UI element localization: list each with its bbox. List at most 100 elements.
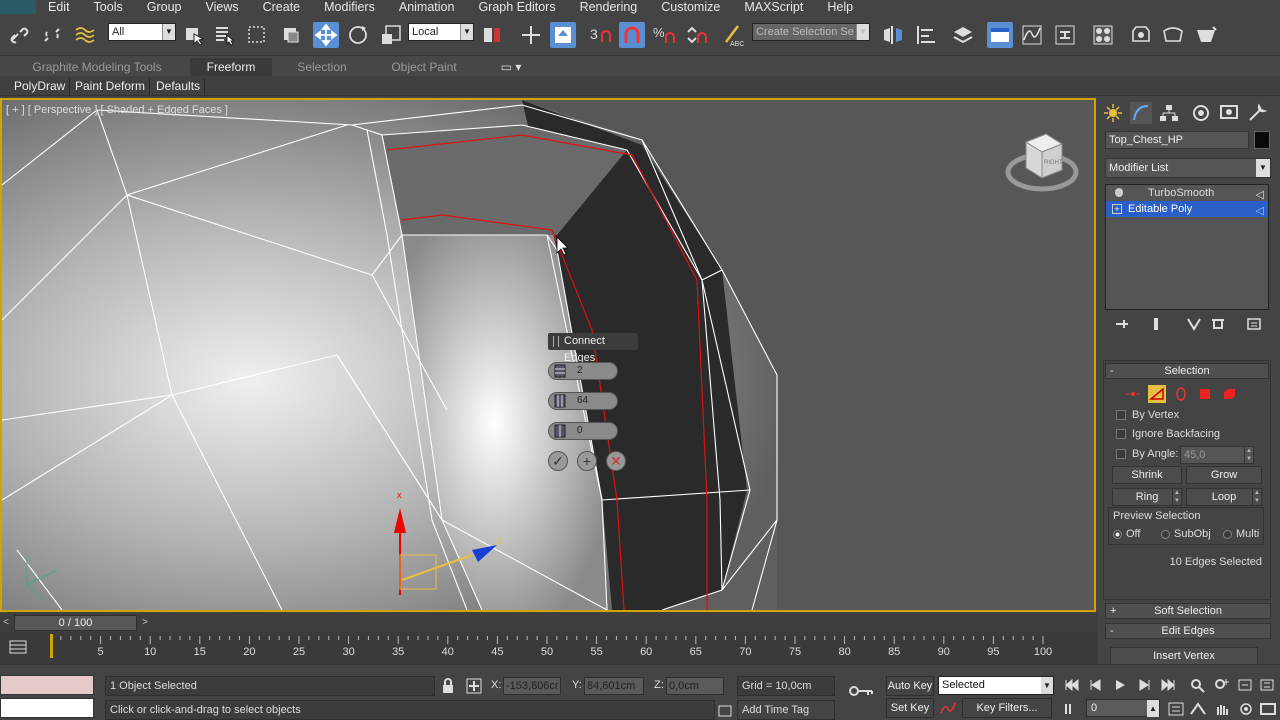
angle-value-field[interactable]: 45,0 ▲ ▼ [1180,446,1254,464]
selection-filter-dropdown[interactable]: All ▼ [108,23,176,41]
key-mode-toggle-icon[interactable] [1062,701,1082,717]
menu-modifiers[interactable]: Modifiers [312,0,387,14]
element-mode-icon[interactable] [1220,385,1238,403]
named-selection-sets-dropdown[interactable]: Create Selection Se ▼ [752,23,870,41]
utilities-tab-icon[interactable] [1246,102,1268,124]
unlink-icon[interactable] [39,22,65,48]
render-production-icon[interactable] [1193,22,1219,48]
selection-rollout-header[interactable]: - Selection [1105,363,1269,379]
preview-subobj-radio[interactable]: SubObj [1161,528,1211,540]
z-coordinate-field[interactable]: 0,0cm [666,677,724,695]
remove-modifier-icon[interactable] [1210,316,1226,332]
edit-named-selection-icon[interactable]: ABC [720,22,746,48]
selection-lock-icon[interactable] [440,678,456,694]
ignore-backfacing-checkbox[interactable]: Ignore Backfacing [1116,428,1220,440]
angle-snap-icon[interactable] [619,22,645,48]
pan-hand-icon[interactable] [1212,701,1232,717]
pivot-center-icon[interactable] [480,22,506,48]
key-filters-button[interactable]: Key Filters... [962,698,1052,718]
panel-defaults[interactable]: Defaults [152,78,206,95]
vertex-mode-icon[interactable] [1124,385,1142,403]
app-logo[interactable] [0,0,36,14]
spinner-snap-icon[interactable] [684,22,710,48]
add-time-tag[interactable]: Add Time Tag [737,700,835,720]
pinch-field[interactable]: 64 [548,392,618,410]
by-angle-checkbox[interactable]: By Angle: [1116,448,1178,460]
loop-button[interactable]: Loop ▲ ▼ [1186,488,1262,506]
by-vertex-checkbox[interactable]: By Vertex [1116,409,1179,421]
maxscript-listener-input[interactable] [0,675,94,695]
insert-vertex-button[interactable]: Insert Vertex [1110,647,1258,665]
schematic-view-icon[interactable] [1052,22,1078,48]
scale-icon[interactable] [378,22,404,48]
time-slider[interactable]: < 0 / 100 > [0,613,1098,632]
field-of-view-icon[interactable] [1188,701,1208,717]
select-object-icon[interactable] [181,22,207,48]
time-tag-icon[interactable] [717,703,733,719]
menu-animation[interactable]: Animation [387,0,467,14]
rendered-frame-window-icon[interactable] [1160,22,1186,48]
tab-object-paint[interactable]: Object Paint [372,58,476,76]
slide-field[interactable]: 0 [548,422,618,440]
rectangular-selection-icon[interactable] [244,22,270,48]
display-tab-icon[interactable] [1218,102,1240,124]
border-mode-icon[interactable] [1172,385,1190,403]
menu-rendering[interactable]: Rendering [568,0,650,14]
play-icon[interactable] [1110,677,1130,693]
shrink-button[interactable]: Shrink [1112,466,1182,484]
go-to-start-icon[interactable] [1062,677,1082,693]
connect-edges-caddy[interactable]: Connect Edges 2 64 0 ✓ + ✕ [548,333,638,471]
preview-off-radio[interactable]: Off [1113,528,1140,540]
next-frame-icon[interactable]: > [139,615,151,630]
x-coordinate-field[interactable]: -153,806cr [503,677,561,695]
object-name-field[interactable]: Top_Chest_HP [1105,131,1249,149]
tab-freeform[interactable]: Freeform [190,58,272,76]
set-key-button[interactable]: Set Key [886,698,934,718]
maxscript-listener-output[interactable] [0,698,94,718]
menu-maxscript[interactable]: MAXScript [732,0,815,14]
key-mode-dropdown[interactable]: Selected ▼ [938,676,1054,695]
menu-edit[interactable]: Edit [36,0,82,14]
ring-button[interactable]: Ring ▲ ▼ [1112,488,1182,506]
next-key-icon[interactable] [1134,677,1154,693]
ok-checkmark-icon[interactable]: ✓ [548,451,568,471]
show-end-result-icon[interactable] [1148,316,1164,332]
panel-polydraw[interactable]: PolyDraw [10,78,71,95]
time-configuration-icon[interactable] [1166,701,1186,717]
ribbon-options-icon[interactable]: ▭ ▾ [496,58,526,76]
current-frame-field[interactable]: 0 ▲ [1086,699,1160,717]
menu-customize[interactable]: Customize [649,0,732,14]
zoom-all-icon[interactable] [1212,677,1232,693]
bind-spacewarp-icon[interactable] [72,22,98,48]
pin-stack-icon[interactable] [1114,316,1130,332]
grow-button[interactable]: Grow [1186,466,1262,484]
polygon-mode-icon[interactable] [1196,385,1214,403]
cancel-x-icon[interactable]: ✕ [606,451,626,471]
previous-frame-icon[interactable]: < [0,615,12,630]
open-mini-curve-editor-icon[interactable] [8,638,28,656]
stack-item-turbosmooth[interactable]: TurboSmooth ◁ [1106,185,1268,201]
caddy-title[interactable]: Connect Edges [548,333,638,364]
material-editor-icon[interactable] [1090,22,1116,48]
keyboard-shortcut-override-icon[interactable] [550,22,576,48]
maximize-viewport-icon[interactable] [1258,701,1278,717]
select-manipulate-icon[interactable] [518,22,544,48]
pinch-value[interactable]: 64 [577,395,588,406]
reference-coordinate-dropdown[interactable]: Local ▼ [408,23,474,41]
perspective-viewport[interactable]: [ + ] [ Perspective ] [ Shaded + Edged F… [0,98,1096,612]
motion-tab-icon[interactable] [1190,102,1212,124]
show-in-viewport-icon[interactable]: ◁ [1256,203,1264,219]
default-in-out-tangents-icon[interactable] [940,701,956,717]
panel-paint-deform[interactable]: Paint Deform [71,78,151,95]
auto-key-button[interactable]: Auto Key [886,676,934,696]
stack-item-editable-poly[interactable]: + Editable Poly ◁ [1106,201,1268,217]
segments-field[interactable]: 2 [548,362,618,380]
absolute-relative-toggle-icon[interactable] [466,678,482,694]
segments-value[interactable]: 2 [577,365,583,376]
align-icon[interactable] [913,22,939,48]
previous-key-icon[interactable] [1086,677,1106,693]
snaps-toggle-icon[interactable]: 3 [588,22,614,48]
preview-multi-radio[interactable]: Multi [1223,528,1259,540]
apply-plus-icon[interactable]: + [577,451,597,471]
lightbulb-icon[interactable] [1115,188,1123,197]
